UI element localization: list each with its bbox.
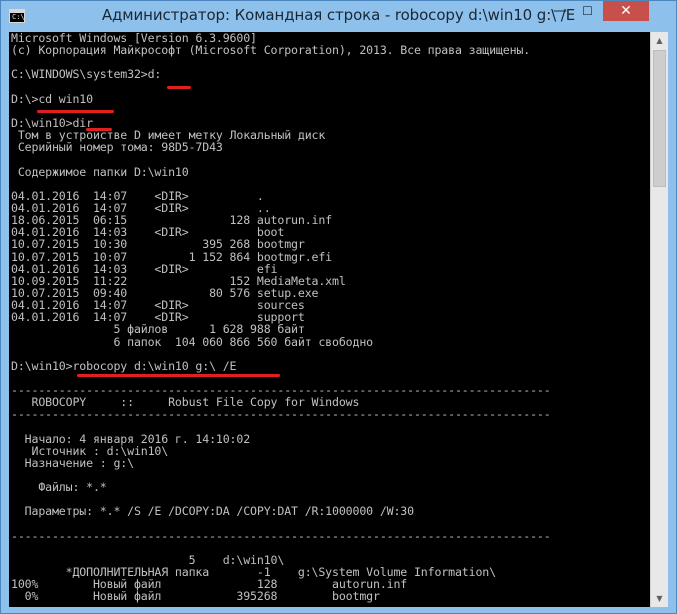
scroll-thumb[interactable] [653,50,666,187]
underline-mark-robocopy [77,374,280,377]
console-line: 0% Новый файл 395268 bootmgr [11,589,380,604]
console-line: D:\win10>robocopy d:\win10 g:\ /E [11,358,237,373]
console-line: Начало: 4 января 2016 г. 14:10:02 [11,431,251,446]
console-line: ----------------------------------------… [11,528,551,543]
console-output[interactable]: Microsoft Windows [Version 6.3.9600] (c) … [9,32,650,607]
console-line: 6 папок 104 060 866 560 байт свободно [11,334,373,349]
window-frame-right [668,32,676,607]
console-line: 10.07.2015 10:07 1 152 864 bootmgr.efi [11,249,333,264]
console-line: Параметры: *.* /S /E /DCOPY:DA /COPY:DAT… [11,504,414,519]
window-frame-bottom [1,607,676,613]
underline-mark-cd [37,110,114,113]
console-line: (c) Корпорация Майкрософт (Microsoft Cor… [11,43,531,58]
console-line: 10.07.2015 10:30 395 268 bootmgr [11,237,305,252]
scroll-up-arrow-icon[interactable]: ▲ [651,32,668,49]
underline-mark-drive [167,86,191,89]
console-line: ----------------------------------------… [11,407,551,422]
scroll-down-arrow-icon[interactable]: ▼ [651,590,668,607]
console-line: D:\>cd win10 [11,91,93,106]
console-line: Назначение : g:\ [11,455,134,470]
console-line: 04.01.2016 14:03 <DIR> efi [11,261,278,276]
console-text: Microsoft Windows [Version 6.3.9600] (c) … [11,32,551,603]
title-bar[interactable]: C:\ Администратор: Командная строка - ro… [1,1,676,32]
vertical-scrollbar[interactable]: ▲ ▼ [650,32,668,607]
console-line: Содержимое папки D:\win10 [11,164,189,179]
close-button[interactable]: ✕ [603,1,649,21]
console-line: 5 файлов 1 628 988 байт [11,322,305,337]
maximize-button[interactable]: ☐ [574,1,601,21]
console-line: C:\WINDOWS\system32>d: [11,67,162,82]
minimize-button[interactable]: — [546,1,574,21]
underline-mark-dir [86,128,112,131]
console-line: Серийный номер тома: 98D5-7D43 [11,140,223,155]
console-window: C:\ Администратор: Командная строка - ro… [0,0,677,614]
console-line: Файлы: *.* [11,480,107,495]
